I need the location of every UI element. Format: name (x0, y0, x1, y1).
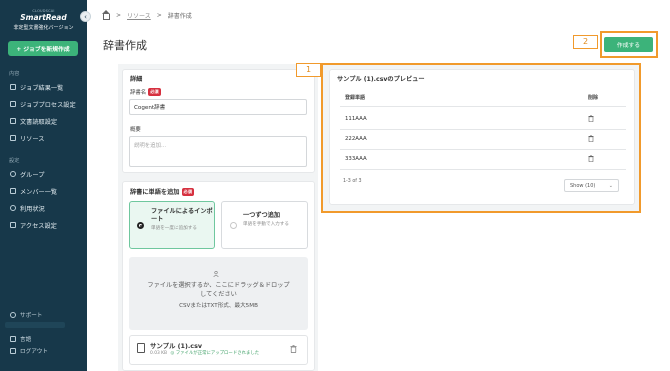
required-badge: 必須 (181, 187, 194, 196)
support-label: サポート (20, 313, 43, 319)
table-row-divider (340, 149, 626, 150)
dropzone-instruction: ファイルを選択するか、ここにドラッグ＆ドロップ (147, 282, 290, 289)
sidebar-item-members[interactable]: メンバー一覧 (10, 186, 57, 196)
details-title: 詳細 (130, 76, 143, 83)
upload-status: ファイルが正常にアップロードされました (175, 351, 260, 356)
sidebar-item-label: ジョブ結果一覧 (20, 84, 64, 92)
create-button[interactable]: 作成する (604, 37, 653, 52)
pagination-info: 1-3 of 3 (343, 179, 362, 184)
list-icon (10, 84, 16, 90)
user-upload-icon (213, 271, 219, 277)
page-size-value: Show (10) (570, 182, 596, 189)
breadcrumb-separator-icon: > (156, 12, 162, 19)
annotation-marker-1: 1 (296, 63, 321, 77)
option-file-desc: 単語を一度に追加する (151, 226, 197, 231)
page-title: 辞書作成 (103, 39, 147, 52)
sidebar: CLOUDSCAI SmartRead 非定型文書強化バージョン + ジョブを新… (0, 0, 87, 371)
uploaded-file-meta: 0.03 KB ◎ ファイルが正常にアップロードされました (150, 350, 259, 356)
breadcrumb: > リソース > 辞書作成 (102, 9, 192, 20)
chevron-down-icon: ⌄ (608, 183, 613, 189)
delete-row-trash-icon[interactable] (588, 115, 594, 122)
remove-file-trash-icon[interactable] (290, 345, 297, 353)
logout-label: ログアウト (20, 349, 48, 355)
radio-file-import[interactable] (137, 222, 144, 229)
summary-label: 概要 (130, 127, 141, 133)
column-header-word: 登録単語 (345, 95, 366, 101)
option-manual-desc: 単語を手動で入力する (243, 222, 289, 227)
section-label-content: 内容 (9, 71, 20, 77)
language-link[interactable]: 言語 (10, 335, 31, 343)
logout-link[interactable]: ログアウト (10, 347, 48, 355)
dictionary-name-label-text: 辞書名 (130, 90, 147, 96)
add-words-title: 辞書に単語を追加 必須 (130, 187, 194, 196)
sidebar-item-label: メンバー一覧 (20, 188, 58, 196)
section-label-settings: 設定 (9, 158, 20, 164)
radio-manual-add[interactable] (230, 222, 237, 229)
sidebar-item-label: アクセス設定 (20, 222, 57, 230)
sidebar-item-label: 利用状況 (20, 205, 45, 213)
logo-subtitle: 非定型文書強化バージョン (13, 25, 74, 31)
members-icon (10, 188, 16, 194)
support-icon (10, 312, 16, 318)
table-row-word: 333AAA (345, 156, 367, 162)
page-size-select[interactable]: Show (10) ⌄ (564, 179, 619, 192)
table-row-divider (340, 129, 626, 130)
new-job-button[interactable]: + ジョブを新規作成 (8, 41, 78, 56)
column-header-delete: 削除 (588, 95, 599, 101)
logo: SmartRead (20, 13, 67, 22)
collapse-sidebar-icon[interactable]: ‹ (80, 11, 91, 22)
sidebar-item-resources[interactable]: リソース (10, 133, 44, 143)
dropzone-instruction-cont: してください (200, 291, 237, 298)
sidebar-item-job-results[interactable]: ジョブ結果一覧 (10, 82, 63, 92)
dictionary-name-label: 辞書名 必須 (130, 88, 161, 96)
uploaded-file-size: 0.03 KB (150, 351, 168, 356)
option-file-title: ファイルによるインポート (151, 208, 213, 223)
breadcrumb-separator-icon: > (116, 12, 122, 19)
resource-icon (10, 135, 16, 141)
settings-list-icon (10, 101, 16, 107)
dictionary-name-input[interactable]: Cogent辞書 (129, 99, 307, 115)
table-row-word: 222AAA (345, 136, 367, 142)
csv-file-icon (137, 343, 145, 353)
table-row-divider (340, 169, 626, 170)
sidebar-item-label: リソース (20, 135, 45, 143)
required-badge: 必須 (148, 88, 161, 96)
preview-title: サンプル (1).csvのプレビュー (337, 76, 425, 83)
access-icon (10, 222, 16, 228)
language-icon (10, 336, 16, 342)
group-icon (10, 171, 16, 177)
sidebar-item-job-process[interactable]: ジョブプロセス設定 (10, 99, 76, 109)
annotation-marker-2: 2 (573, 35, 598, 49)
sidebar-item-group[interactable]: グループ (10, 169, 44, 179)
sidebar-item-document-settings[interactable]: 文書読取設定 (10, 116, 57, 126)
add-words-title-text: 辞書に単語を追加 (130, 189, 180, 196)
document-icon (10, 118, 16, 124)
delete-row-trash-icon[interactable] (588, 155, 594, 162)
home-icon[interactable] (102, 9, 110, 20)
check-circle-icon: ◎ (170, 351, 175, 356)
logout-icon (10, 348, 16, 354)
summary-textarea[interactable]: 説明を追加... (129, 136, 307, 167)
support-link[interactable]: サポート (10, 311, 42, 319)
sidebar-item-access[interactable]: アクセス設定 (10, 220, 57, 230)
language-label: 言語 (20, 337, 32, 343)
dropzone-format-hint: CSVまたはTXT形式、最大5MB (179, 303, 258, 309)
breadcrumb-resources[interactable]: リソース (127, 11, 151, 20)
table-row-word: 111AAA (345, 116, 367, 122)
uploaded-file-name: サンプル (1).csv (150, 342, 203, 350)
sidebar-item-label: グループ (20, 171, 45, 179)
table-header-divider (340, 106, 626, 107)
sidebar-item-usage[interactable]: 利用状況 (10, 203, 45, 213)
breadcrumb-current: 辞書作成 (167, 13, 192, 20)
delete-row-trash-icon[interactable] (588, 135, 594, 142)
sidebar-item-label: 文書読取設定 (20, 118, 58, 126)
sidebar-item-label: ジョブプロセス設定 (20, 101, 76, 109)
option-manual-title: 一つずつ追加 (243, 212, 281, 219)
sidebar-divider (5, 322, 65, 328)
usage-icon (10, 205, 16, 211)
